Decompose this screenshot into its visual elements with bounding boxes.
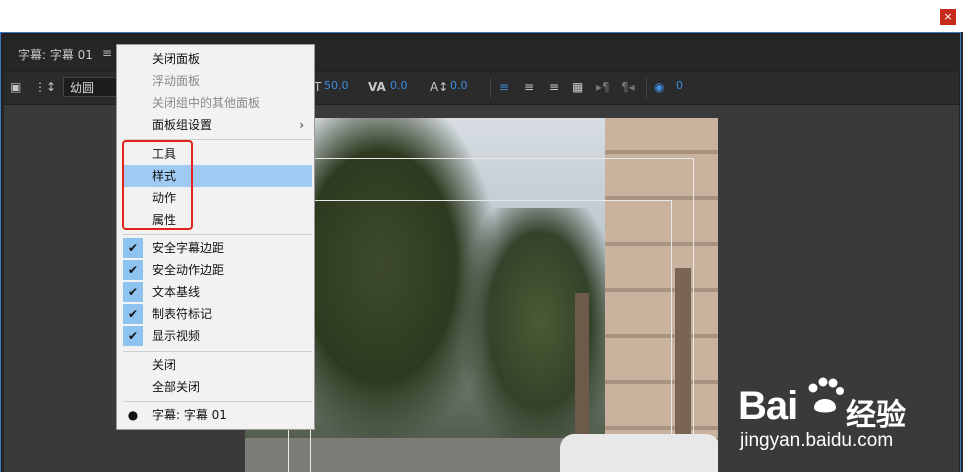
check-icon: ✔ — [123, 282, 143, 302]
baseline-shift-value[interactable]: 0.0 — [450, 79, 468, 92]
menu-item-panel-group-settings[interactable]: 面板组设置 › — [117, 114, 314, 136]
menu-item-safe-title-margin[interactable]: ✔ 安全字幕边距 — [117, 237, 314, 259]
menu-item-text-baselines[interactable]: ✔ 文本基线 — [117, 281, 314, 303]
leading-value[interactable]: 50.0 — [324, 79, 349, 92]
watermark-url: jingyan.baidu.com — [740, 430, 894, 451]
tab-stops-icon[interactable]: ⋮↕ — [34, 78, 56, 96]
tab-ruler-icon[interactable]: ▦ — [572, 78, 583, 96]
check-icon: ✔ — [123, 304, 143, 324]
background-timecode-value[interactable]: 0 — [676, 79, 683, 92]
menu-item-close-panel[interactable]: 关闭面板 — [117, 48, 314, 70]
align-left-icon[interactable]: ≡ — [499, 78, 509, 96]
show-background-video-icon[interactable]: ◉ — [654, 78, 664, 96]
panel-context-menu: 关闭面板 浮动面板 关闭组中的其他面板 面板组设置 › 工具 样式 动作 属性 ✔… — [116, 44, 315, 430]
window-close-button[interactable]: × — [940, 9, 956, 25]
roll-crawl-icon[interactable]: ▣ — [10, 78, 21, 96]
menu-separator — [123, 401, 312, 402]
menu-item-tab-markers[interactable]: ✔ 制表符标记 — [117, 303, 314, 325]
menu-separator — [123, 351, 312, 352]
menu-item-title-01[interactable]: ● 字幕: 字幕 01 — [117, 404, 314, 426]
kerning-icon[interactable]: VA — [368, 78, 386, 96]
check-icon: ✔ — [123, 238, 143, 258]
toolbar-separator — [490, 78, 491, 98]
watermark-logo-text: Bai — [738, 384, 798, 428]
menu-item-close-all[interactable]: 全部关闭 — [117, 376, 314, 398]
baidu-jingyan-watermark: Bai 经验 jingyan.baidu.com — [738, 376, 958, 466]
window-title-bar: × — [0, 0, 963, 32]
leading-icon[interactable]: T — [314, 78, 321, 96]
toolbar-separator — [646, 78, 647, 98]
menu-item-float-panel: 浮动面板 — [152, 74, 201, 88]
bullet-icon: ● — [127, 408, 139, 422]
menu-item-close-other-panels: 关闭组中的其他面板 — [152, 96, 261, 110]
menu-item-show-video[interactable]: ✔ 显示视频 — [117, 325, 314, 347]
align-center-icon[interactable]: ≡ — [524, 78, 534, 96]
panel-menu-icon[interactable]: ≡ — [102, 46, 112, 60]
ltr-paragraph-icon[interactable]: ▸¶ — [596, 78, 610, 96]
panel-tab-title[interactable]: 字幕: 字幕 01 — [18, 46, 93, 63]
paw-logo-icon — [808, 377, 844, 413]
baseline-shift-icon[interactable]: A↕ — [430, 78, 448, 96]
kerning-value[interactable]: 0.0 — [390, 79, 408, 92]
safe-title-margin — [310, 200, 672, 472]
check-icon: ✔ — [123, 326, 143, 346]
annotation-highlight-box — [122, 140, 193, 230]
menu-item-close[interactable]: 关闭 — [117, 354, 314, 376]
rtl-paragraph-icon[interactable]: ¶◂ — [621, 78, 635, 96]
watermark-jingyan-text: 经验 — [846, 398, 906, 433]
align-right-icon[interactable]: ≡ — [549, 78, 559, 96]
submenu-arrow-icon: › — [299, 118, 304, 132]
menu-item-safe-action-margin[interactable]: ✔ 安全动作边距 — [117, 259, 314, 281]
menu-separator — [123, 234, 312, 235]
check-icon: ✔ — [123, 260, 143, 280]
